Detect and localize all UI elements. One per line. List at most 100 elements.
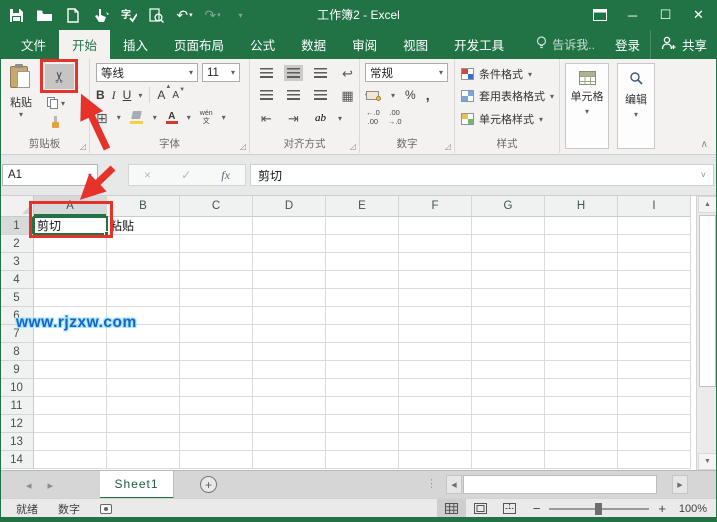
column-header-H[interactable]: H bbox=[545, 196, 618, 217]
tab-数据[interactable]: 数据 bbox=[288, 30, 339, 59]
row-header-5[interactable]: 5 bbox=[0, 289, 34, 307]
cell-D6[interactable] bbox=[253, 307, 326, 325]
cell-A14[interactable] bbox=[34, 451, 107, 469]
formula-bar-input[interactable]: 剪切 ˅ bbox=[250, 164, 714, 186]
cell-G10[interactable] bbox=[472, 379, 545, 397]
cell-C4[interactable] bbox=[180, 271, 253, 289]
cell-C14[interactable] bbox=[180, 451, 253, 469]
cell-B10[interactable] bbox=[107, 379, 180, 397]
new-document-icon[interactable] bbox=[64, 7, 81, 24]
cell-B13[interactable] bbox=[107, 433, 180, 451]
cell-I14[interactable] bbox=[618, 451, 691, 469]
cell-G14[interactable] bbox=[472, 451, 545, 469]
increase-indent-button[interactable]: ⇥ bbox=[284, 110, 303, 126]
select-all-button[interactable] bbox=[0, 196, 34, 217]
cell-C3[interactable] bbox=[180, 253, 253, 271]
ribbon-display-options-icon[interactable] bbox=[583, 0, 616, 30]
cell-I1[interactable] bbox=[618, 217, 691, 235]
expand-formula-bar-icon[interactable]: ˅ bbox=[701, 170, 706, 180]
cell-C8[interactable] bbox=[180, 343, 253, 361]
undo-icon[interactable]: ↶ ▾ bbox=[176, 7, 193, 24]
zoom-slider[interactable] bbox=[549, 502, 650, 515]
cell-A11[interactable] bbox=[34, 397, 107, 415]
cell-D9[interactable] bbox=[253, 361, 326, 379]
cell-H5[interactable] bbox=[545, 289, 618, 307]
cell-D3[interactable] bbox=[253, 253, 326, 271]
cell-A1[interactable]: 剪切 bbox=[34, 217, 107, 235]
tab-插入[interactable]: 插入 bbox=[110, 30, 161, 59]
minimize-button[interactable]: ─ bbox=[616, 0, 649, 30]
decrease-font-size-button[interactable]: A ▼ bbox=[172, 87, 185, 101]
borders-icon[interactable]: ⊞ bbox=[96, 111, 108, 125]
merge-center-button[interactable]: ▦ bbox=[338, 87, 357, 103]
cell-B8[interactable] bbox=[107, 343, 180, 361]
row-header-8[interactable]: 8 bbox=[0, 343, 34, 361]
row-header-3[interactable]: 3 bbox=[0, 253, 34, 271]
decrease-indent-button[interactable]: ⇤ bbox=[257, 110, 276, 126]
alignment-dialog-launcher-icon[interactable]: ◿ bbox=[350, 142, 356, 151]
cell-D1[interactable] bbox=[253, 217, 326, 235]
scroll-down-icon[interactable]: ▼ bbox=[698, 453, 717, 470]
column-header-A[interactable]: A bbox=[34, 196, 107, 217]
cell-H7[interactable] bbox=[545, 325, 618, 343]
cell-D5[interactable] bbox=[253, 289, 326, 307]
tab-开发工具[interactable]: 开发工具 bbox=[441, 30, 517, 59]
name-box-dropdown-icon[interactable]: ▾ bbox=[88, 171, 92, 180]
cell-F2[interactable] bbox=[399, 235, 472, 253]
tab-开始[interactable]: 开始 bbox=[59, 30, 111, 59]
decrease-decimal-button[interactable]: .00 →.0 bbox=[388, 108, 402, 126]
cell-I10[interactable] bbox=[618, 379, 691, 397]
column-header-E[interactable]: E bbox=[326, 196, 399, 217]
vertical-scrollbar[interactable]: ▲ ▼ bbox=[696, 196, 717, 470]
row-header-4[interactable]: 4 bbox=[0, 271, 34, 289]
cell-G6[interactable] bbox=[472, 307, 545, 325]
cell-G12[interactable] bbox=[472, 415, 545, 433]
spell-check-icon[interactable]: 字 bbox=[120, 7, 137, 24]
cell-E7[interactable] bbox=[326, 325, 399, 343]
column-header-I[interactable]: I bbox=[618, 196, 691, 217]
cells-button[interactable]: 单元格 ▾ bbox=[565, 63, 609, 149]
cell-F3[interactable] bbox=[399, 253, 472, 271]
font-size-select[interactable]: 11 ▾ bbox=[202, 63, 240, 82]
cell-H3[interactable] bbox=[545, 253, 618, 271]
cell-G8[interactable] bbox=[472, 343, 545, 361]
row-header-9[interactable]: 9 bbox=[0, 361, 34, 379]
print-preview-icon[interactable] bbox=[148, 7, 165, 24]
share-button[interactable]: 共享 bbox=[649, 30, 717, 59]
cell-styles-button[interactable]: 单元格样式 ▾ bbox=[461, 111, 543, 127]
page-layout-view-icon[interactable] bbox=[466, 499, 495, 518]
cell-G2[interactable] bbox=[472, 235, 545, 253]
column-header-C[interactable]: C bbox=[180, 196, 253, 217]
row-header-10[interactable]: 10 bbox=[0, 379, 34, 397]
cell-D12[interactable] bbox=[253, 415, 326, 433]
cell-F12[interactable] bbox=[399, 415, 472, 433]
clipboard-dialog-launcher-icon[interactable]: ◿ bbox=[80, 142, 86, 151]
accounting-dropdown-icon[interactable]: ▾ bbox=[391, 91, 395, 100]
open-folder-icon[interactable] bbox=[36, 7, 53, 24]
cell-I12[interactable] bbox=[618, 415, 691, 433]
wrap-text-button[interactable]: ↩ bbox=[338, 65, 357, 81]
cell-F10[interactable] bbox=[399, 379, 472, 397]
cell-D2[interactable] bbox=[253, 235, 326, 253]
zoom-out-button[interactable]: − bbox=[533, 501, 541, 516]
copy-button[interactable]: ▾ bbox=[47, 95, 73, 111]
phonetic-dropdown-icon[interactable]: ▾ bbox=[222, 113, 226, 122]
cell-C7[interactable] bbox=[180, 325, 253, 343]
hscroll-right-icon[interactable]: ▶ bbox=[672, 475, 688, 494]
cell-D4[interactable] bbox=[253, 271, 326, 289]
name-box[interactable]: A1 ▾ bbox=[2, 164, 98, 186]
zoom-slider-handle[interactable] bbox=[595, 502, 603, 515]
align-left-button[interactable] bbox=[257, 87, 276, 103]
enter-icon[interactable]: ✓ bbox=[181, 168, 191, 182]
tab-审阅[interactable]: 审阅 bbox=[339, 30, 390, 59]
cell-E11[interactable] bbox=[326, 397, 399, 415]
horizontal-scrollbar-thumb[interactable] bbox=[463, 475, 657, 494]
cell-B14[interactable] bbox=[107, 451, 180, 469]
align-center-button[interactable] bbox=[284, 87, 303, 103]
cell-A9[interactable] bbox=[34, 361, 107, 379]
tab-公式[interactable]: 公式 bbox=[237, 30, 288, 59]
underline-dropdown-icon[interactable]: ▾ bbox=[138, 91, 142, 100]
cell-D8[interactable] bbox=[253, 343, 326, 361]
cell-B5[interactable] bbox=[107, 289, 180, 307]
orientation-dropdown-icon[interactable]: ▾ bbox=[338, 114, 342, 123]
